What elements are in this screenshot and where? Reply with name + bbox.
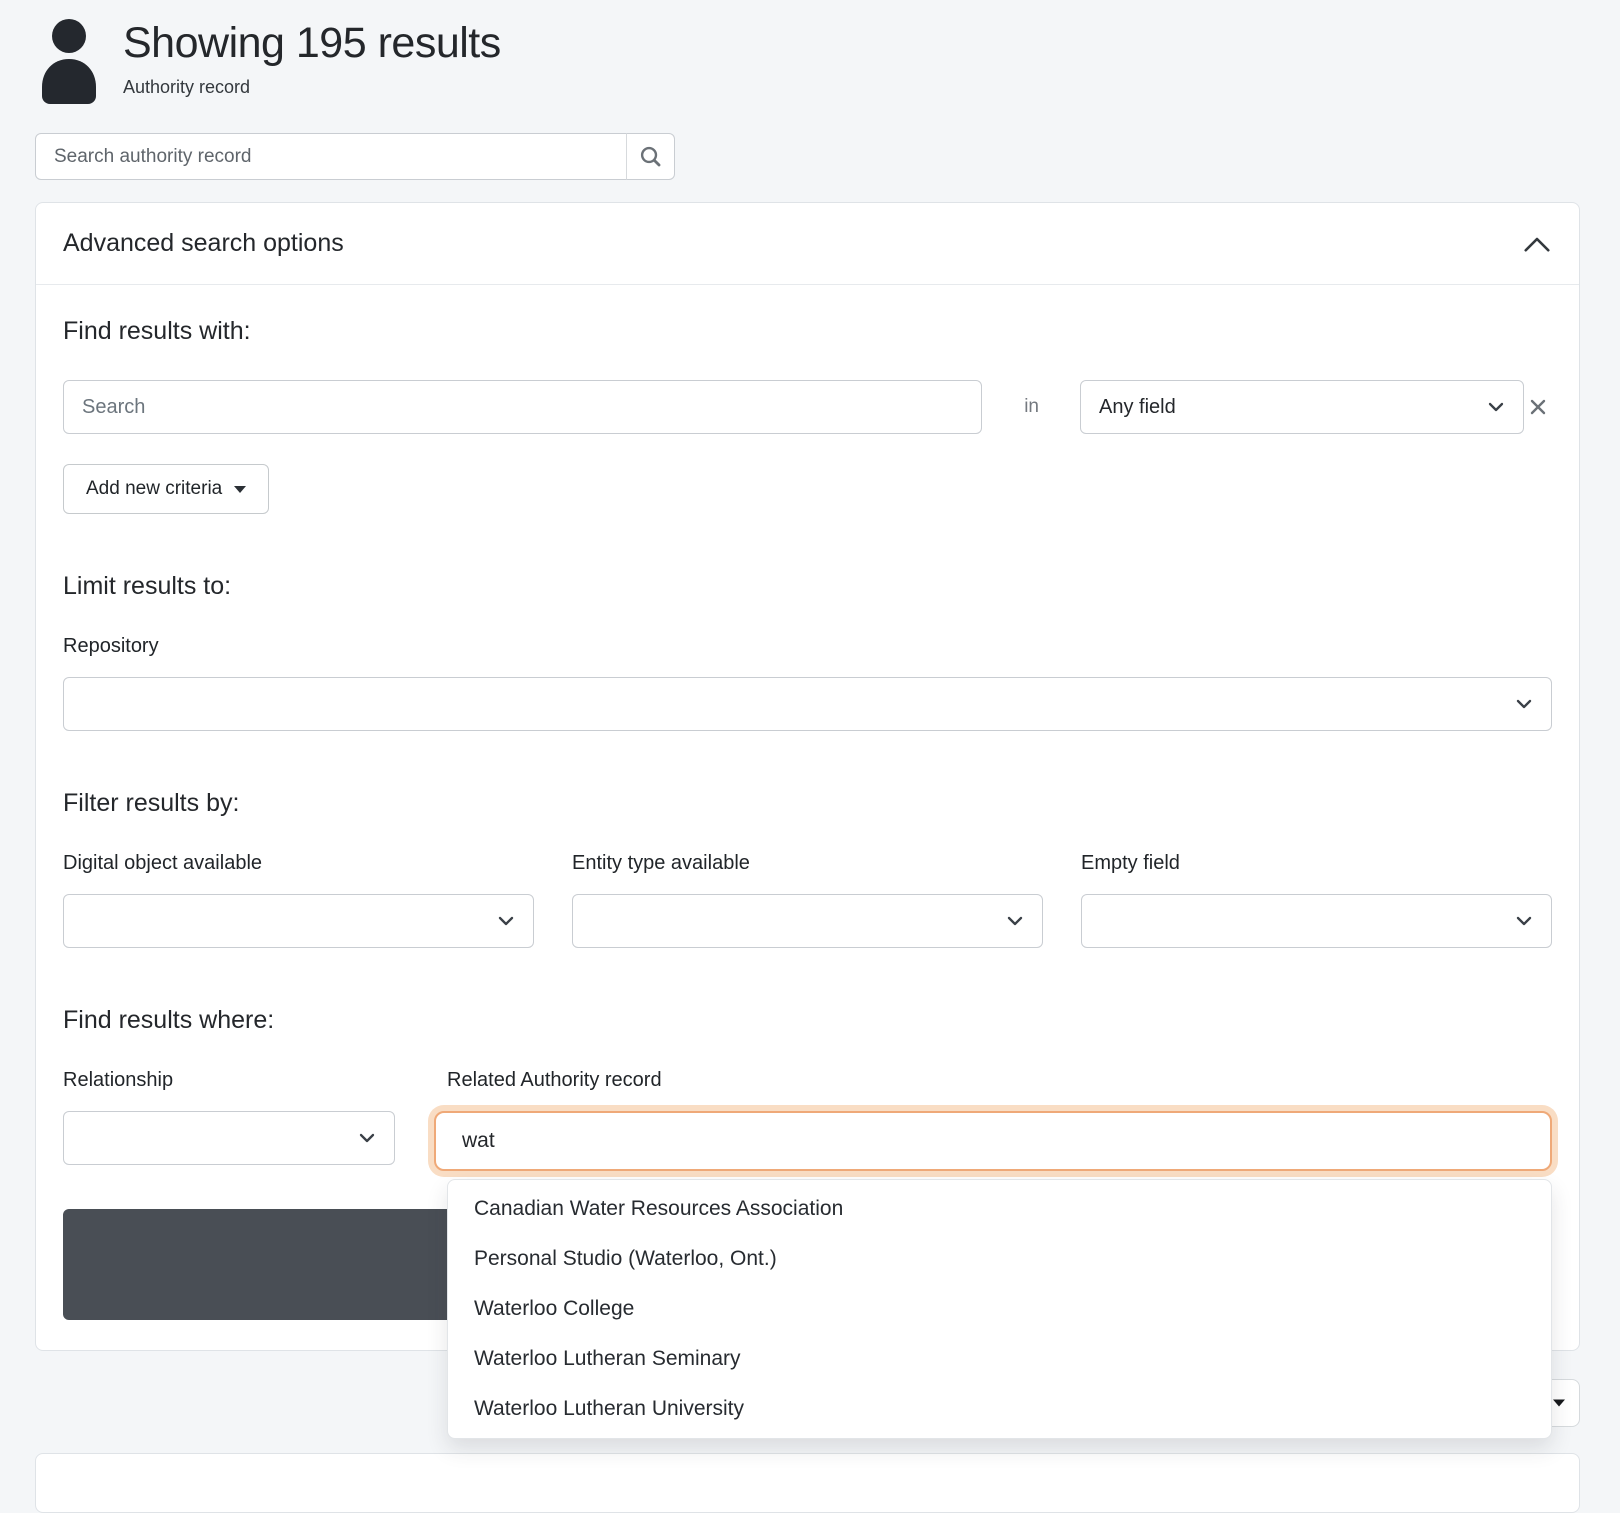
chevron-down-icon bbox=[355, 1126, 379, 1150]
advanced-search-toggle[interactable]: Advanced search options bbox=[36, 203, 1579, 285]
close-icon bbox=[1530, 399, 1546, 415]
find-results-where-heading: Find results where: bbox=[63, 1006, 275, 1034]
empty-field-select[interactable] bbox=[1081, 894, 1552, 948]
autocomplete-item[interactable]: Canadian Water Resources Association bbox=[448, 1184, 1551, 1234]
chevron-down-icon bbox=[1512, 692, 1536, 716]
advanced-search-panel: Advanced search options Find results wit… bbox=[35, 202, 1580, 1439]
in-label: in bbox=[1024, 396, 1039, 417]
authority-searchbar bbox=[35, 133, 675, 180]
chevron-down-icon bbox=[494, 909, 518, 933]
chevron-down-icon bbox=[1512, 909, 1536, 933]
results-panel bbox=[35, 1453, 1580, 1513]
repository-label: Repository bbox=[63, 635, 159, 657]
limit-results-heading: Limit results to: bbox=[63, 572, 232, 600]
add-new-criteria-label: Add new criteria bbox=[86, 478, 223, 499]
autocomplete-dropdown: Canadian Water Resources Association Per… bbox=[447, 1179, 1552, 1439]
relationship-label: Relationship bbox=[63, 1069, 174, 1091]
add-new-criteria-button[interactable]: Add new criteria bbox=[63, 464, 270, 514]
entity-type-select[interactable] bbox=[572, 894, 1043, 948]
autocomplete-item[interactable]: Waterloo Lutheran Seminary bbox=[448, 1334, 1551, 1384]
filter-grid: Digital object available Entity type ava… bbox=[63, 820, 1552, 948]
related-authority-column: Related Authority record Canadian Water … bbox=[434, 1037, 1552, 1439]
find-results-with-heading: Find results with: bbox=[63, 317, 251, 345]
digital-object-label: Digital object available bbox=[63, 852, 263, 874]
digital-object-select[interactable] bbox=[63, 894, 534, 948]
entity-type-label: Entity type available bbox=[572, 852, 750, 874]
where-row: Relationship Related Authority record Ca… bbox=[63, 1037, 1552, 1439]
page-title: Showing 195 results bbox=[123, 19, 501, 67]
filter-col-entity-type: Entity type available bbox=[572, 820, 1043, 948]
search-input[interactable] bbox=[35, 133, 627, 180]
autocomplete-item[interactable]: Waterloo College bbox=[448, 1284, 1551, 1334]
person-icon bbox=[42, 19, 96, 104]
field-select-value: Any field bbox=[1099, 395, 1176, 418]
caret-down-icon bbox=[1553, 1399, 1565, 1407]
chevron-down-icon bbox=[1003, 909, 1027, 933]
search-submit-button[interactable] bbox=[63, 1209, 493, 1320]
chevron-down-icon bbox=[1484, 395, 1508, 419]
page-header: Showing 195 results Authority record bbox=[35, 0, 1580, 104]
relationship-column: Relationship bbox=[63, 1037, 395, 1171]
filter-results-heading: Filter results by: bbox=[63, 789, 240, 817]
advanced-search-body: Find results with: in Any field bbox=[36, 285, 1579, 1439]
autocomplete-item[interactable]: Waterloo Lutheran University bbox=[448, 1384, 1551, 1434]
filter-col-digital-object: Digital object available bbox=[63, 820, 534, 948]
caret-down-icon bbox=[234, 485, 247, 493]
search-icon bbox=[640, 146, 660, 166]
autocomplete-item[interactable]: Personal Studio (Waterloo, Ont.) bbox=[448, 1234, 1551, 1284]
advanced-search-title: Advanced search options bbox=[63, 229, 344, 257]
chevron-up-icon bbox=[1524, 237, 1550, 252]
related-authority-input[interactable] bbox=[434, 1111, 1552, 1171]
relationship-select[interactable] bbox=[63, 1111, 395, 1165]
criteria-row: in Any field bbox=[63, 380, 1552, 434]
remove-criteria-button[interactable] bbox=[1524, 393, 1552, 421]
empty-field-label: Empty field bbox=[1081, 852, 1180, 874]
search-button[interactable] bbox=[626, 133, 675, 180]
page-subtitle: Authority record bbox=[123, 77, 251, 97]
repository-select[interactable] bbox=[63, 677, 1552, 731]
criteria-search-input[interactable] bbox=[63, 380, 983, 434]
related-authority-label: Related Authority record bbox=[447, 1069, 662, 1091]
filter-col-empty-field: Empty field bbox=[1081, 820, 1552, 948]
field-select[interactable]: Any field bbox=[1080, 380, 1524, 434]
